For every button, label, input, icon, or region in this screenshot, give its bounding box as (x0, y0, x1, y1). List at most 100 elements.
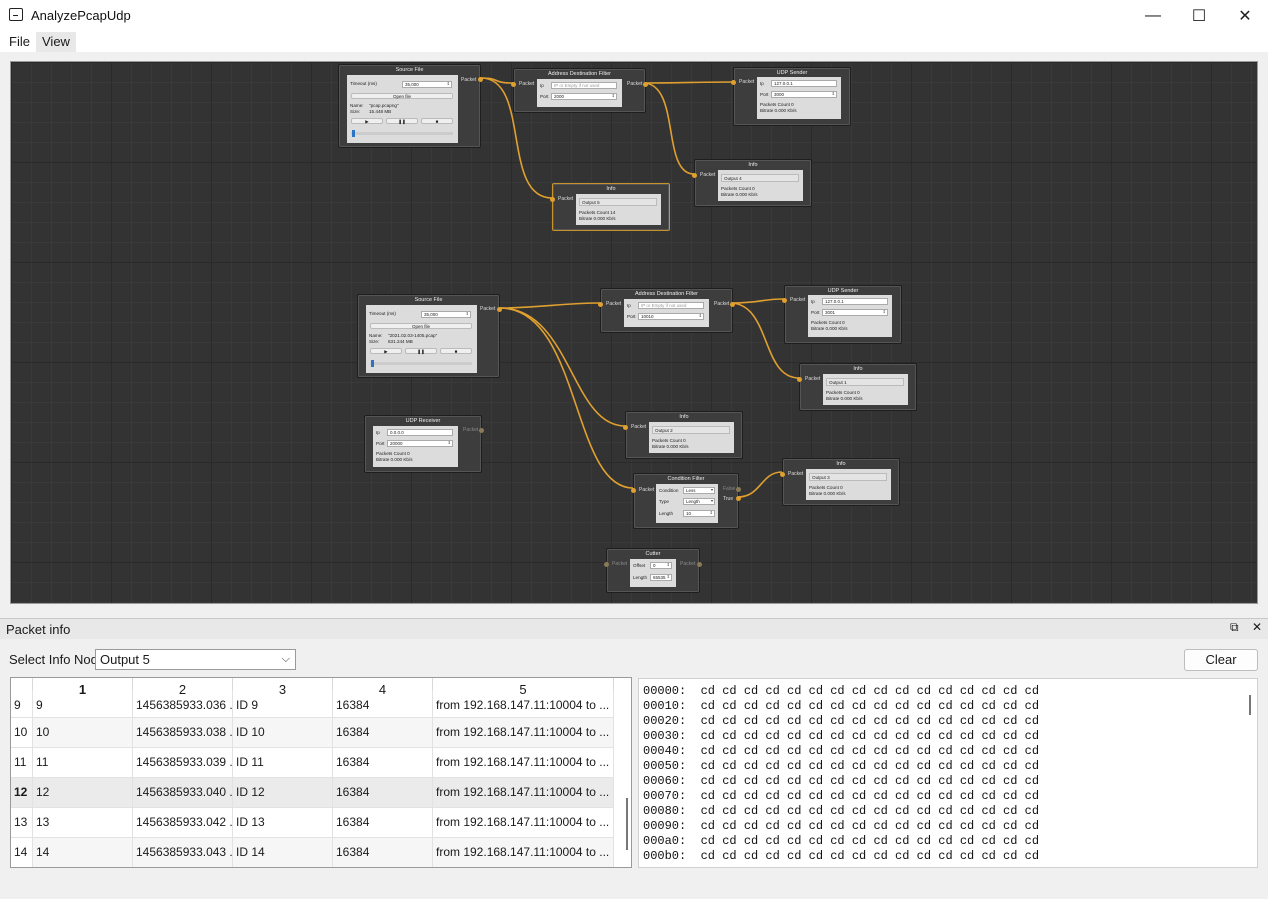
stop-button[interactable]: ■ (440, 348, 472, 354)
input-port[interactable] (731, 80, 736, 85)
slider-handle[interactable] (371, 360, 374, 367)
table-cell[interactable]: from 192.168.147.11:10004 to ... (433, 808, 614, 837)
table-cell[interactable]: 13 (33, 808, 133, 837)
spin-arrows-icon[interactable]: ⇕ (667, 563, 670, 567)
offset-input[interactable]: 0 ⇕ (650, 562, 672, 569)
open-file-button[interactable]: Open file (351, 93, 453, 99)
table-cell[interactable]: 16384 (333, 718, 433, 747)
pause-button[interactable]: ❚❚ (386, 118, 418, 124)
input-port[interactable] (511, 82, 516, 87)
spin-arrows-icon[interactable]: ⇕ (448, 441, 451, 445)
input-port[interactable] (692, 173, 697, 178)
ip-input[interactable]: IP or Empty if not used (551, 82, 617, 89)
stop-button[interactable]: ■ (421, 118, 453, 124)
port-input[interactable]: 10010 ⇕ (638, 313, 704, 320)
info-node-1[interactable]: Info Packet Output 1 Packets Count 0 Bit… (797, 363, 917, 411)
info-node-4[interactable]: Info Packet Output 4 Packets Count 0 Bit… (692, 159, 812, 207)
minimize-button[interactable]: — (1130, 0, 1176, 31)
table-cell[interactable]: ID 14 (233, 838, 333, 867)
table-cell[interactable]: ID 11 (233, 748, 333, 777)
table-cell[interactable]: 11 (33, 748, 133, 777)
table-cell[interactable]: 9 (33, 690, 133, 719)
table-row[interactable]: 14 14 1456385933.043 ... ID 14 16384 fro… (11, 838, 614, 867)
clear-button[interactable]: Clear (1184, 649, 1258, 671)
maximize-button[interactable]: ☐ (1176, 0, 1222, 31)
table-cell[interactable]: 1456385933.038 ... (133, 718, 233, 747)
timeout-input[interactable]: 35,000 ⇕ (402, 81, 452, 88)
input-port[interactable] (598, 302, 603, 307)
input-port[interactable] (797, 377, 802, 382)
output-port[interactable] (497, 307, 502, 312)
table-cell[interactable]: ID 9 (233, 690, 333, 719)
chevron-down-icon[interactable]: ▾ (711, 499, 713, 503)
cutter-node[interactable]: Cutter Packet Offset 0 ⇕ Length 65535 ⇕ Pa… (604, 548, 702, 593)
condition-filter-node[interactable]: Condition Filter Packet Condition Less ▾ … (631, 473, 741, 529)
table-cell[interactable]: ID 13 (233, 808, 333, 837)
packet-table[interactable]: 1 2 3 4 5 9 9 1456385933.036 ... ID 9 16… (10, 677, 632, 868)
ip-input[interactable]: IP or Empty if not used (638, 302, 704, 309)
spin-arrows-icon[interactable]: ⇕ (667, 575, 670, 579)
table-cell[interactable]: 16384 (333, 778, 433, 807)
info-node-3[interactable]: Info Packet Output 3 Packets Count 0 Bit… (780, 458, 900, 506)
output-port[interactable] (643, 82, 648, 87)
table-row[interactable]: 9 9 1456385933.036 ... ID 9 16384 from 1… (11, 690, 614, 719)
port-input[interactable]: 3001 ⇕ (822, 309, 888, 316)
output-port[interactable] (479, 428, 484, 433)
udp-sender-node-2[interactable]: UDP Sender Packet Ip 127.0.0.1 Port 3001… (782, 285, 902, 344)
table-cell[interactable]: 1456385933.036 ... (133, 690, 233, 719)
hex-scrollbar[interactable] (1249, 695, 1251, 715)
table-cell[interactable]: ID 10 (233, 718, 333, 747)
table-cell[interactable]: 16384 (333, 690, 433, 719)
source-file-node-2[interactable]: Source File Timeout (ms) 35,000 ⇕ Open fi… (357, 294, 502, 378)
progress-slider[interactable] (370, 362, 472, 365)
table-row-current[interactable]: 12 12 1456385933.040 ... ID 12 16384 fro… (11, 778, 614, 808)
menu-view[interactable]: View (36, 32, 76, 52)
input-port[interactable] (623, 425, 628, 430)
table-cell[interactable]: from 192.168.147.11:10004 to ... (433, 748, 614, 777)
table-scrollbar[interactable] (626, 798, 628, 850)
table-row[interactable]: 13 13 1456385933.042 ... ID 13 16384 fro… (11, 808, 614, 838)
table-row[interactable]: 11 11 1456385933.039 ... ID 11 16384 fro… (11, 748, 614, 778)
slider-handle[interactable] (352, 130, 355, 137)
table-cell[interactable]: 10 (33, 718, 133, 747)
input-port[interactable] (604, 562, 609, 567)
info-node-select[interactable]: Output 5 ⌵ (95, 649, 296, 670)
menu-file[interactable]: File (5, 32, 34, 52)
false-output-port[interactable] (736, 487, 741, 492)
spin-arrows-icon[interactable]: ⇕ (612, 94, 615, 98)
spin-arrows-icon[interactable]: ⇕ (447, 82, 450, 86)
spin-arrows-icon[interactable]: ⇕ (710, 511, 713, 515)
condition-select[interactable]: Less ▾ (683, 487, 715, 494)
table-cell[interactable]: ID 12 (233, 778, 333, 807)
spin-arrows-icon[interactable]: ⇕ (832, 92, 835, 96)
ip-input[interactable]: 127.0.0.1 (822, 298, 888, 305)
info-node-2[interactable]: Info Packet Output 2 Packets Count 0 Bit… (623, 411, 743, 459)
play-button[interactable]: ▶ (370, 348, 402, 354)
info-node-5[interactable]: Info Packet Output 5 Packets Count 14 Bi… (550, 183, 670, 231)
input-port[interactable] (631, 488, 636, 493)
table-cell[interactable]: 16384 (333, 748, 433, 777)
spin-arrows-icon[interactable]: ⇕ (883, 310, 886, 314)
type-select[interactable]: Length ▾ (683, 498, 715, 505)
row-number[interactable]: 11 (11, 748, 33, 777)
source-file-node-1[interactable]: Source File Timeout (ms) 35,000 ⇕ Open fi… (338, 64, 483, 148)
input-port[interactable] (550, 197, 555, 202)
table-cell[interactable]: from 192.168.147.11:10004 to ... (433, 718, 614, 747)
true-output-port[interactable] (736, 496, 741, 501)
table-cell[interactable]: 14 (33, 838, 133, 867)
output-port[interactable] (697, 562, 702, 567)
port-input[interactable]: 2000 ⇕ (551, 93, 617, 100)
ip-input[interactable]: 127.0.0.1 (771, 80, 837, 87)
open-file-button[interactable]: Open file (370, 323, 472, 329)
input-port[interactable] (780, 472, 785, 477)
table-cell[interactable]: 1456385933.042 ... (133, 808, 233, 837)
table-cell[interactable]: 16384 (333, 808, 433, 837)
hex-dump-view[interactable]: 00000: cd cd cd cd cd cd cd cd cd cd cd … (638, 678, 1258, 868)
length-input[interactable]: 65535 ⇕ (650, 574, 672, 581)
address-filter-node-2[interactable]: Address Destination Filter Packet Ip IP … (598, 288, 735, 333)
table-cell[interactable]: 12 (33, 778, 133, 807)
spin-arrows-icon[interactable]: ⇕ (699, 314, 702, 318)
play-button[interactable]: ▶ (351, 118, 383, 124)
table-cell[interactable]: 16384 (333, 838, 433, 867)
output-port[interactable] (730, 302, 735, 307)
